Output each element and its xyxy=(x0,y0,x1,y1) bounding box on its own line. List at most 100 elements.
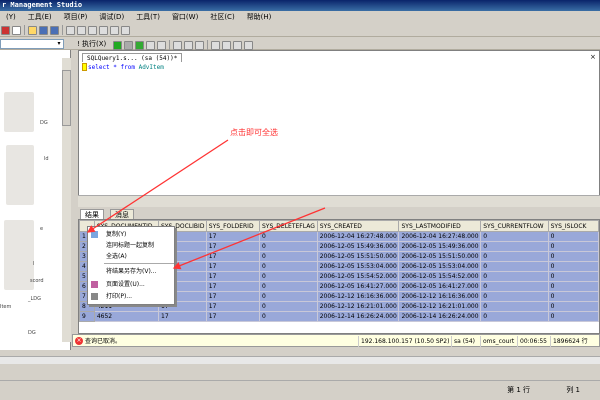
parse-icon[interactable] xyxy=(135,41,144,50)
debug-icon[interactable] xyxy=(113,41,122,50)
table-cell[interactable]: 0 xyxy=(259,251,318,262)
table-cell[interactable]: 2006-12-05 16:41:27.000 xyxy=(398,281,482,292)
column-header[interactable]: SYS_LASTMODIFIED xyxy=(398,220,482,232)
table-cell[interactable]: 0 xyxy=(547,291,599,302)
table-cell[interactable]: 2006-12-05 15:49:36.000 xyxy=(398,241,482,252)
column-header[interactable]: SYS_FOLDERID xyxy=(205,220,261,232)
table-cell[interactable]: 2006-12-05 15:54:52.000 xyxy=(398,271,482,282)
table-cell[interactable]: 17 xyxy=(205,231,261,242)
table-cell[interactable]: 0 xyxy=(547,271,599,282)
open-folder-icon[interactable] xyxy=(28,26,37,35)
table-cell[interactable]: 0 xyxy=(259,281,318,292)
table-cell[interactable]: 0 xyxy=(259,231,318,242)
table-cell[interactable]: 17 xyxy=(205,251,261,262)
table-cell[interactable]: 17 xyxy=(205,271,261,282)
column-header[interactable]: SYS_CREATED xyxy=(316,220,400,232)
execute-button[interactable]: ! 执行(X) xyxy=(77,39,106,49)
left-scrollbar-thumb[interactable] xyxy=(62,70,71,126)
table-row[interactable]: 9 4652 17 17 0 2006-12-14 16:26:24.000 2006-12… xyxy=(79,311,599,322)
menu-item-tools[interactable]: 工具(T) xyxy=(130,11,166,24)
table-cell[interactable]: 0 xyxy=(259,271,318,282)
table-cell[interactable]: 17 xyxy=(205,301,261,312)
database-select[interactable]: ▾ xyxy=(0,39,64,49)
table-cell[interactable]: 0 xyxy=(547,281,599,292)
table-cell[interactable]: 0 xyxy=(480,301,549,312)
menu-item-edit[interactable]: 工具(E) xyxy=(22,11,58,24)
comment-icon[interactable] xyxy=(211,41,220,50)
template-icon[interactable] xyxy=(99,26,108,35)
tree-item[interactable]: _LDG xyxy=(28,296,41,302)
context-menu-select-all[interactable]: 全选(A) xyxy=(88,251,174,262)
table-cell[interactable]: 17 xyxy=(205,311,261,322)
table-cell[interactable]: 0 xyxy=(259,311,318,322)
table-cell[interactable]: 2006-12-04 16:27:48.000 xyxy=(316,231,400,242)
table-cell[interactable]: 17 xyxy=(205,261,261,272)
table-cell[interactable]: 2006-12-04 16:27:48.000 xyxy=(398,231,482,242)
table-cell[interactable]: 2006-12-05 15:51:50.000 xyxy=(398,251,482,262)
save-icon[interactable] xyxy=(39,26,48,35)
table-cell[interactable]: 0 xyxy=(480,271,549,282)
cancel-query-icon[interactable] xyxy=(124,41,133,50)
menu-item-project[interactable]: 项目(P) xyxy=(58,11,94,24)
table-cell[interactable]: 2006-12-05 15:54:52.000 xyxy=(316,271,400,282)
table-cell[interactable]: 0 xyxy=(259,261,318,272)
table-cell[interactable]: 0 xyxy=(547,251,599,262)
registered-servers-icon[interactable] xyxy=(77,26,86,35)
table-cell[interactable]: 17 xyxy=(158,311,207,322)
table-cell[interactable]: 2006-12-14 16:26:24.000 xyxy=(316,311,400,322)
tree-item[interactable]: DG xyxy=(40,120,48,126)
chevron-down-icon[interactable]: ▾ xyxy=(55,40,63,48)
table-cell[interactable]: 0 xyxy=(259,301,318,312)
row-number[interactable]: 9 xyxy=(79,311,95,322)
save-all-icon[interactable] xyxy=(50,26,59,35)
horizontal-scrollbar[interactable] xyxy=(0,356,600,364)
context-menu-save-results-as[interactable]: 将结果另存为(V)... xyxy=(88,266,174,277)
activity-icon[interactable] xyxy=(66,26,75,35)
table-cell[interactable]: 17 xyxy=(205,291,261,302)
editor-results-splitter[interactable] xyxy=(78,195,600,207)
results-to-file-icon[interactable] xyxy=(195,41,204,50)
tab-results[interactable]: 结果 xyxy=(80,209,104,219)
toolbox-icon[interactable] xyxy=(121,26,130,35)
new-file-icon[interactable] xyxy=(12,26,21,35)
table-cell[interactable]: 0 xyxy=(547,311,599,322)
tree-item[interactable]: scord xyxy=(30,278,44,284)
table-cell[interactable]: 0 xyxy=(480,231,549,242)
query-designer-icon[interactable] xyxy=(157,41,166,50)
table-cell[interactable]: 0 xyxy=(480,251,549,262)
new-query-icon[interactable] xyxy=(1,26,10,35)
tree-item[interactable]: e xyxy=(40,226,43,232)
table-cell[interactable]: 0 xyxy=(547,241,599,252)
table-cell[interactable]: 0 xyxy=(480,241,549,252)
uncomment-icon[interactable] xyxy=(222,41,231,50)
tree-item[interactable]: l xyxy=(33,261,34,267)
menu-item-0[interactable]: (Y) xyxy=(0,11,22,24)
tree-item[interactable]: ld xyxy=(44,156,49,162)
table-cell[interactable]: 2006-12-12 16:16:36.000 xyxy=(398,291,482,302)
table-cell[interactable]: 0 xyxy=(480,291,549,302)
table-cell[interactable]: 2006-12-05 15:53:04.000 xyxy=(316,261,400,272)
table-cell[interactable]: 17 xyxy=(205,281,261,292)
object-explorer-icon[interactable] xyxy=(88,26,97,35)
menu-item-debug[interactable]: 调试(D) xyxy=(93,11,130,24)
table-cell[interactable]: 2006-12-12 16:16:36.000 xyxy=(316,291,400,302)
menu-item-window[interactable]: 窗口(W) xyxy=(166,11,204,24)
table-cell[interactable]: 2006-12-12 16:21:01.000 xyxy=(398,301,482,312)
close-icon[interactable]: × xyxy=(590,53,596,62)
results-to-grid-icon[interactable] xyxy=(184,41,193,50)
query-tab[interactable]: SQLQuery1.s... (sa (54))* xyxy=(82,53,183,62)
table-cell[interactable]: 2006-12-05 16:41:27.000 xyxy=(316,281,400,292)
decrease-indent-icon[interactable] xyxy=(233,41,242,50)
context-menu-copy-with-headers[interactable]: 连同标题一起复制 xyxy=(88,240,174,251)
table-cell[interactable]: 0 xyxy=(547,261,599,272)
table-cell[interactable]: 0 xyxy=(480,281,549,292)
table-cell[interactable]: 4652 xyxy=(93,311,160,322)
table-cell[interactable]: 2006-12-12 16:21:01.000 xyxy=(316,301,400,312)
menu-item-help[interactable]: 帮助(H) xyxy=(241,11,278,24)
column-header[interactable]: SYS_CURRENTFLOW xyxy=(480,220,549,232)
context-menu-page-setup[interactable]: 页面设置(U)... xyxy=(88,279,174,290)
tree-item[interactable]: DG xyxy=(28,330,36,336)
tree-item[interactable]: Item xyxy=(0,304,11,310)
table-cell[interactable]: 2006-12-05 15:49:36.000 xyxy=(316,241,400,252)
sql-text[interactable]: select * from AdvItem xyxy=(88,63,164,72)
